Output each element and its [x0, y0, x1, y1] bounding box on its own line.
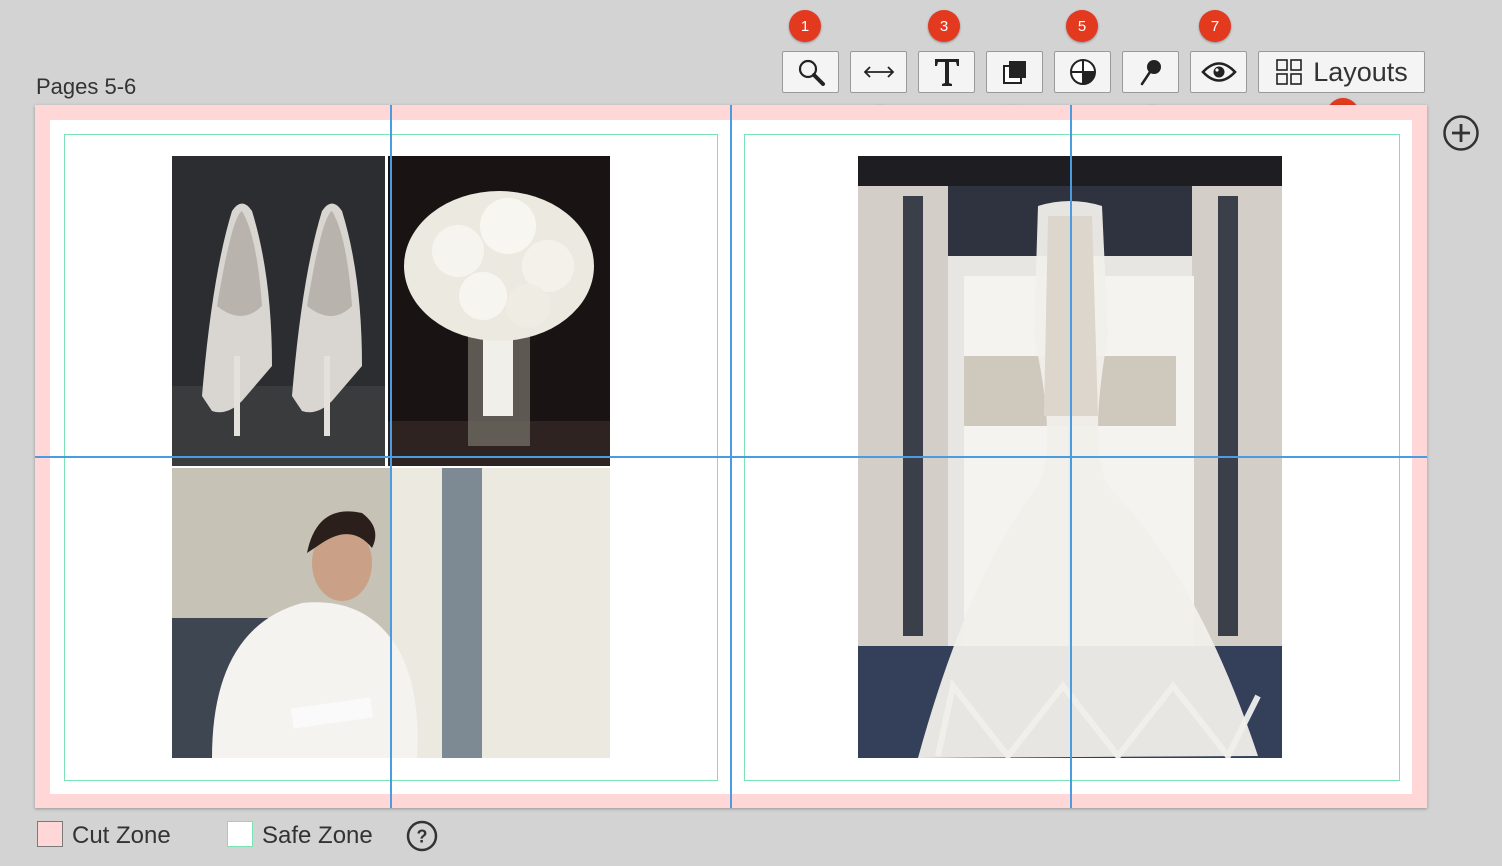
cut-zone-label: Cut Zone	[72, 822, 171, 849]
pin-icon	[1140, 60, 1161, 86]
help-button[interactable]: ?	[406, 820, 438, 852]
layouts-button[interactable]: Layouts	[1258, 51, 1425, 93]
add-page-button[interactable]	[1442, 114, 1480, 152]
shoes-image	[172, 156, 385, 466]
safe-zone-swatch	[227, 821, 253, 847]
preview-button[interactable]	[1190, 51, 1247, 93]
photo-bouquet[interactable]	[388, 156, 610, 466]
tool-badge: 7	[1199, 10, 1231, 42]
eye-icon	[1200, 62, 1237, 82]
spacing-button[interactable]	[850, 51, 907, 93]
photo-shoes[interactable]	[172, 156, 385, 466]
tool-badge: 1	[789, 10, 821, 42]
pages-label: Pages 5-6	[36, 74, 137, 99]
magnifier-icon	[798, 59, 825, 86]
pin-button[interactable]	[1122, 51, 1179, 93]
text-button[interactable]	[918, 51, 975, 93]
layouts-label: Layouts	[1313, 56, 1408, 87]
double-arrow-icon	[863, 66, 894, 78]
guide-line-horizontal	[35, 456, 1427, 458]
question-circle-icon: ?	[406, 820, 438, 852]
color-wheel-icon	[1069, 59, 1096, 85]
zoom-button[interactable]	[782, 51, 839, 93]
color-button[interactable]	[1054, 51, 1111, 93]
background-button[interactable]	[986, 51, 1043, 93]
text-icon	[934, 59, 959, 86]
tool-badge: 5	[1066, 10, 1098, 42]
tool-badge: 3	[928, 10, 960, 42]
plus-circle-icon	[1443, 115, 1479, 151]
bouquet-image	[388, 156, 610, 466]
cut-zone-swatch	[37, 821, 63, 847]
layers-square-icon	[1002, 61, 1026, 84]
svg-text:?: ?	[417, 827, 428, 847]
grid-icon	[1276, 59, 1303, 85]
safe-zone-label: Safe Zone	[262, 822, 373, 849]
